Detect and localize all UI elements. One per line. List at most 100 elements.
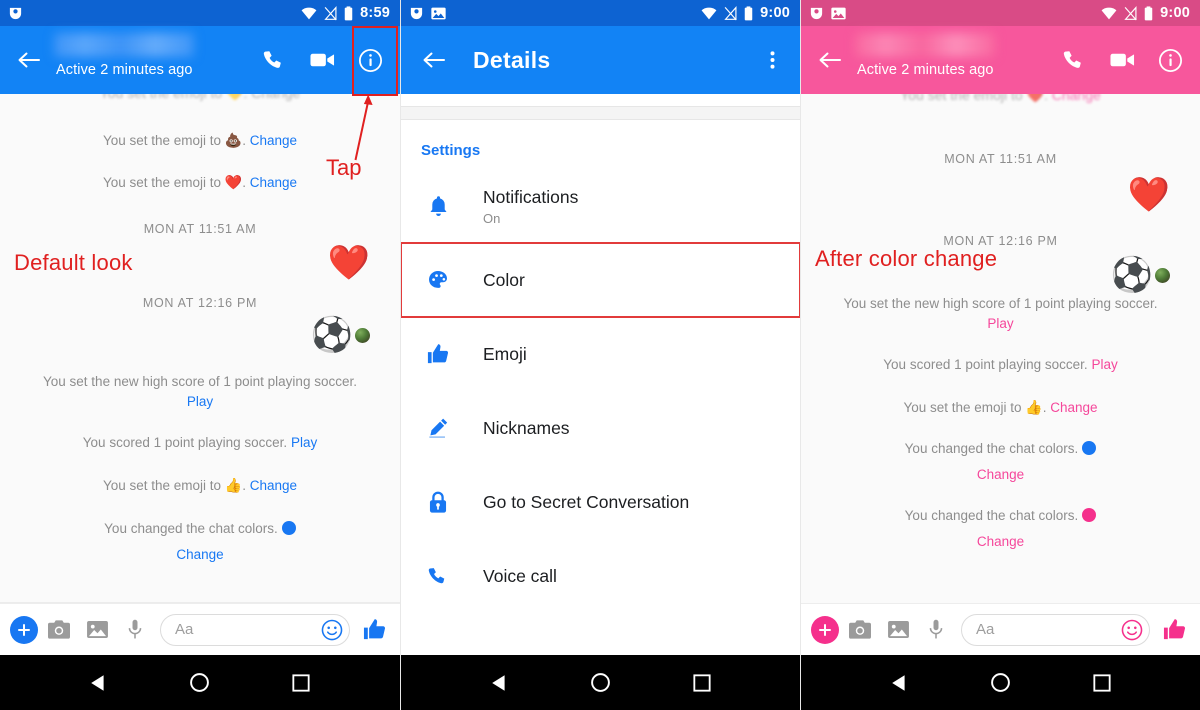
camera-button[interactable]	[42, 613, 76, 647]
play-link[interactable]: Play	[1091, 357, 1117, 372]
video-call-button[interactable]	[1098, 32, 1146, 88]
details-row-label: Color	[483, 269, 525, 290]
nav-back-button[interactable]	[79, 663, 119, 703]
status-bar-left-icons	[409, 6, 446, 21]
message-input[interactable]: Aa	[961, 613, 1150, 646]
status-bar-right-icons: 9:00	[701, 5, 790, 21]
details-row-nicknames[interactable]: Nicknames	[401, 391, 800, 465]
change-link[interactable]: Change	[1052, 94, 1101, 103]
page-title: Details	[473, 46, 551, 73]
change-link[interactable]: Change	[250, 478, 297, 493]
change-link[interactable]: Change	[977, 467, 1024, 482]
change-link[interactable]: Change	[250, 175, 297, 190]
play-link[interactable]: Play	[187, 394, 213, 409]
details-row-notifications[interactable]: Notifications On	[401, 169, 800, 243]
change-link[interactable]: Change	[977, 534, 1024, 549]
android-navbar-right	[801, 655, 1200, 710]
camera-icon	[849, 620, 871, 639]
thread-identity[interactable]: Active 2 minutes ago	[44, 32, 250, 88]
change-link[interactable]: Change	[250, 133, 297, 148]
battery-icon	[344, 5, 353, 20]
active-status-text: Active 2 minutes ago	[857, 62, 994, 78]
emoji-heart-icon: ❤️	[1026, 94, 1044, 103]
details-info-button[interactable]	[346, 32, 394, 88]
system-message: You set the emoji to 👍. Change	[815, 375, 1186, 418]
nav-back-triangle-icon	[90, 674, 104, 691]
add-attachment-button[interactable]	[811, 615, 839, 644]
system-message-text: You changed the chat colors.	[904, 508, 1079, 524]
like-button[interactable]	[358, 614, 390, 646]
nav-home-circle-icon	[591, 673, 610, 692]
message-thread-right[interactable]: You set the emoji to ❤️. Change MON AT 1…	[801, 94, 1200, 603]
voice-record-button[interactable]	[919, 613, 953, 647]
nav-recents-button[interactable]	[682, 663, 722, 703]
microphone-icon	[929, 619, 943, 639]
change-link[interactable]: Change	[1050, 400, 1097, 415]
sticker-row: ⚽	[14, 310, 386, 352]
back-button[interactable]	[815, 50, 845, 70]
signal-off-icon	[724, 5, 737, 20]
palette-icon	[429, 271, 447, 288]
details-info-button[interactable]	[1146, 32, 1194, 88]
details-row-label: Emoji	[483, 343, 527, 364]
details-row-emoji[interactable]: Emoji	[401, 317, 800, 391]
avatar	[355, 327, 370, 343]
system-message: You changed the chat colors. Change	[815, 417, 1186, 484]
contact-name-blurred	[54, 33, 194, 57]
plus-icon	[18, 623, 30, 636]
nav-home-button[interactable]	[180, 663, 220, 703]
smiley-icon[interactable]	[321, 619, 343, 641]
back-button[interactable]	[14, 50, 44, 70]
period: .	[1042, 399, 1047, 415]
play-link[interactable]: Play	[987, 316, 1013, 331]
nav-recents-button[interactable]	[1082, 663, 1122, 703]
nav-recents-button[interactable]	[281, 663, 321, 703]
details-row-secret-conversation[interactable]: Go to Secret Conversation	[401, 465, 800, 539]
period: .	[242, 477, 246, 493]
nav-home-button[interactable]	[581, 663, 621, 703]
system-message-text: You set the emoji to	[102, 477, 222, 493]
back-arrow-icon	[423, 52, 445, 68]
voice-call-button[interactable]	[250, 32, 298, 88]
gallery-button[interactable]	[881, 613, 915, 647]
add-attachment-button[interactable]	[10, 615, 38, 644]
details-row-voice-call[interactable]: Voice call	[401, 539, 800, 613]
cut-off-message: You set the emoji to 💛. Change	[0, 94, 400, 102]
smiley-icon[interactable]	[1121, 619, 1143, 641]
video-call-button[interactable]	[298, 32, 346, 88]
nav-home-button[interactable]	[981, 663, 1021, 703]
active-status-text: Active 2 minutes ago	[56, 62, 193, 78]
like-button[interactable]	[1158, 614, 1190, 646]
more-options-button[interactable]	[750, 32, 794, 88]
details-row-color[interactable]: Color	[401, 242, 800, 318]
period: .	[242, 174, 246, 190]
status-bar-clock: 9:00	[1160, 5, 1190, 21]
details-list[interactable]: Settings Notifications On Color Emoji Ni…	[401, 94, 800, 655]
android-navbar-left	[0, 655, 400, 710]
play-link[interactable]: Play	[291, 435, 317, 450]
back-button[interactable]	[419, 50, 449, 70]
phone-icon-wrap	[421, 566, 455, 587]
lock-icon	[429, 491, 447, 513]
video-camera-icon	[309, 53, 334, 67]
system-message: You changed the chat colors. Change	[815, 484, 1186, 551]
system-message: You set the emoji to 💩. Change	[14, 94, 386, 151]
system-message: You scored 1 point playing soccer. Play	[14, 411, 386, 453]
app-notification-icon	[410, 7, 423, 19]
voice-call-button[interactable]	[1050, 32, 1098, 88]
emoji-poop-icon: 💩	[224, 132, 243, 148]
thread-identity[interactable]: Active 2 minutes ago	[845, 32, 1050, 88]
bell-icon-wrap	[421, 195, 455, 218]
gallery-button[interactable]	[80, 613, 114, 647]
panel-default-look: 8:59 Active 2 minutes ago You set the em…	[0, 0, 400, 710]
color-swatch	[1082, 508, 1097, 523]
system-message-text: You set the emoji to	[900, 94, 1023, 103]
nav-back-button[interactable]	[480, 663, 520, 703]
voice-record-button[interactable]	[118, 613, 152, 647]
message-input[interactable]: Aa	[160, 613, 350, 646]
change-link[interactable]: Change	[176, 547, 223, 562]
nav-back-button[interactable]	[880, 663, 920, 703]
camera-button[interactable]	[843, 613, 877, 647]
signal-off-icon	[324, 5, 337, 20]
status-bar-clock: 9:00	[760, 5, 790, 21]
